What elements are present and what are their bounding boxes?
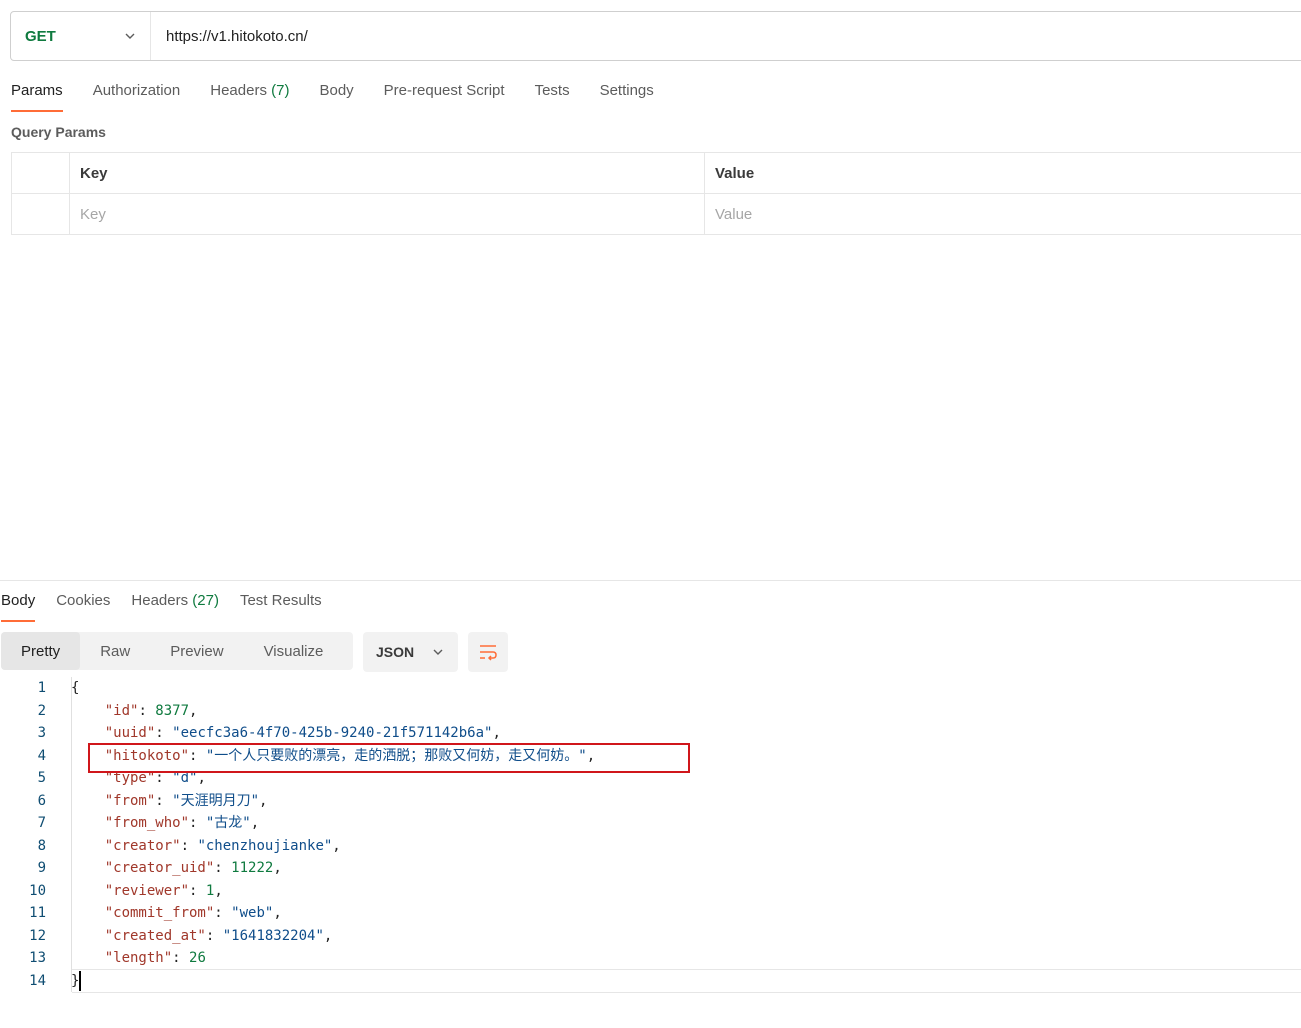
tab-pre-request-script[interactable]: Pre-request Script: [384, 82, 505, 112]
line-number: 14: [29, 972, 46, 989]
wrap-lines-button[interactable]: [468, 632, 508, 672]
line-number: 6: [37, 792, 46, 809]
tab-label: Authorization: [92, 82, 181, 99]
code-line: 2 "id": 8377,: [0, 700, 1301, 723]
tab-label: Test Results: [239, 592, 322, 609]
query-params-title: Query Params: [11, 124, 106, 140]
chevron-down-icon: [125, 33, 135, 39]
wrap-lines-icon: [480, 645, 497, 661]
code-line: 8 "creator": "chenzhoujianke",: [0, 835, 1301, 858]
code-text: "length": 26: [104, 950, 206, 966]
tab-settings[interactable]: Settings: [600, 82, 654, 112]
line-number: 3: [37, 725, 46, 741]
code-text: {: [71, 680, 80, 696]
code-line: 6 "from": "天涯明月刀",: [0, 790, 1301, 813]
format-select[interactable]: JSON: [363, 632, 458, 672]
code-line: 10 "reviewer": 1,: [0, 880, 1301, 903]
key-input[interactable]: Key: [69, 194, 704, 234]
line-number: 10: [29, 882, 46, 899]
tab-label: Params: [11, 82, 63, 99]
method-select[interactable]: GET: [11, 12, 151, 60]
table-header-row: Key Value: [11, 153, 1301, 194]
code-text: "from_who": "古龙",: [104, 815, 260, 831]
code-line: 14}: [0, 970, 1301, 993]
line-number: 5: [37, 770, 46, 786]
code-text: }: [71, 972, 80, 989]
method-label: GET: [25, 27, 56, 45]
line-number: 8: [37, 837, 46, 854]
tab-label: Tests: [534, 82, 570, 99]
response-tabs: Body Cookies Headers (27) Test Results: [1, 592, 343, 622]
tab-label: Cookies: [56, 592, 111, 609]
code-line: 13 "length": 26: [0, 947, 1301, 970]
code-line: 1{: [0, 677, 1301, 700]
tab-cookies[interactable]: Cookies: [56, 592, 110, 622]
checkbox-column: [11, 153, 69, 193]
line-number: 7: [37, 815, 46, 831]
annotation-highlight-box: [88, 743, 690, 773]
code-text: "created_at": "1641832204",: [104, 927, 333, 944]
key-header: Key: [69, 153, 704, 193]
text-caret: [79, 971, 81, 991]
tab-label: Settings: [599, 82, 654, 99]
tab-test-results[interactable]: Test Results: [240, 592, 322, 622]
value-input[interactable]: Value: [704, 194, 1301, 234]
row-checkbox-cell: [11, 194, 69, 234]
tab-authorization[interactable]: Authorization: [93, 82, 181, 112]
tab-label: Headers: [210, 82, 272, 99]
tab-label: Body: [319, 82, 354, 99]
view-raw[interactable]: Raw: [80, 632, 150, 670]
line-number: 2: [37, 702, 46, 719]
code-text: "uuid": "eecfc3a6-4f70-425b-9240-21f5711…: [104, 725, 501, 741]
line-number: 9: [37, 860, 46, 876]
tab-params[interactable]: Params: [11, 82, 63, 112]
line-number: 12: [29, 927, 46, 944]
tab-label: Headers: [131, 592, 193, 609]
view-visualize[interactable]: Visualize: [244, 632, 344, 670]
tab-label: Body: [1, 592, 36, 609]
tab-label: Pre-request Script: [383, 82, 505, 99]
code-text: "commit_from": "web",: [104, 905, 282, 921]
line-number: 4: [37, 747, 46, 764]
value-header: Value: [704, 153, 1301, 193]
tab-tests[interactable]: Tests: [535, 82, 570, 112]
chevron-down-icon: [433, 649, 443, 655]
code-line: 3 "uuid": "eecfc3a6-4f70-425b-9240-21f57…: [0, 722, 1301, 745]
view-preview[interactable]: Preview: [150, 632, 243, 670]
code-line: 11 "commit_from": "web",: [0, 902, 1301, 925]
code-text: "creator_uid": 11222,: [104, 860, 282, 876]
format-label: JSON: [376, 644, 415, 660]
view-pretty[interactable]: Pretty: [1, 632, 81, 670]
url-bar: GET https://v1.hitokoto.cn/: [10, 11, 1301, 61]
query-params-table: Key Value Key Value: [11, 152, 1301, 235]
line-number: 13: [29, 950, 46, 966]
code-text: "from": "天涯明月刀",: [104, 792, 268, 809]
code-text: "reviewer": 1,: [104, 882, 223, 899]
code-text: "creator": "chenzhoujianke",: [104, 837, 341, 854]
pane-divider[interactable]: [0, 580, 1301, 581]
line-number: 11: [29, 905, 46, 921]
tab-response-body[interactable]: Body: [1, 592, 36, 622]
code-line: 12 "created_at": "1641832204",: [0, 925, 1301, 948]
url-input[interactable]: https://v1.hitokoto.cn/: [151, 28, 308, 45]
request-tabs: Params Authorization Headers (7) Body Pr…: [11, 82, 684, 112]
line-number: 1: [37, 680, 46, 696]
table-row: Key Value: [11, 194, 1301, 235]
tab-body[interactable]: Body: [319, 82, 353, 112]
code-line: 9 "creator_uid": 11222,: [0, 857, 1301, 880]
view-mode-segmented: Pretty Raw Preview Visualize: [1, 632, 353, 670]
code-line: 7 "from_who": "古龙",: [0, 812, 1301, 835]
tab-response-headers[interactable]: Headers (27): [131, 592, 219, 622]
tab-headers[interactable]: Headers (7): [210, 82, 289, 112]
response-code-editor[interactable]: 1{ 2 "id": 8377, 3 "uuid": "eecfc3a6-4f7…: [0, 677, 1301, 992]
code-text: "id": 8377,: [104, 702, 198, 719]
tab-count: (27): [192, 592, 219, 609]
tab-count: (7): [271, 82, 290, 99]
